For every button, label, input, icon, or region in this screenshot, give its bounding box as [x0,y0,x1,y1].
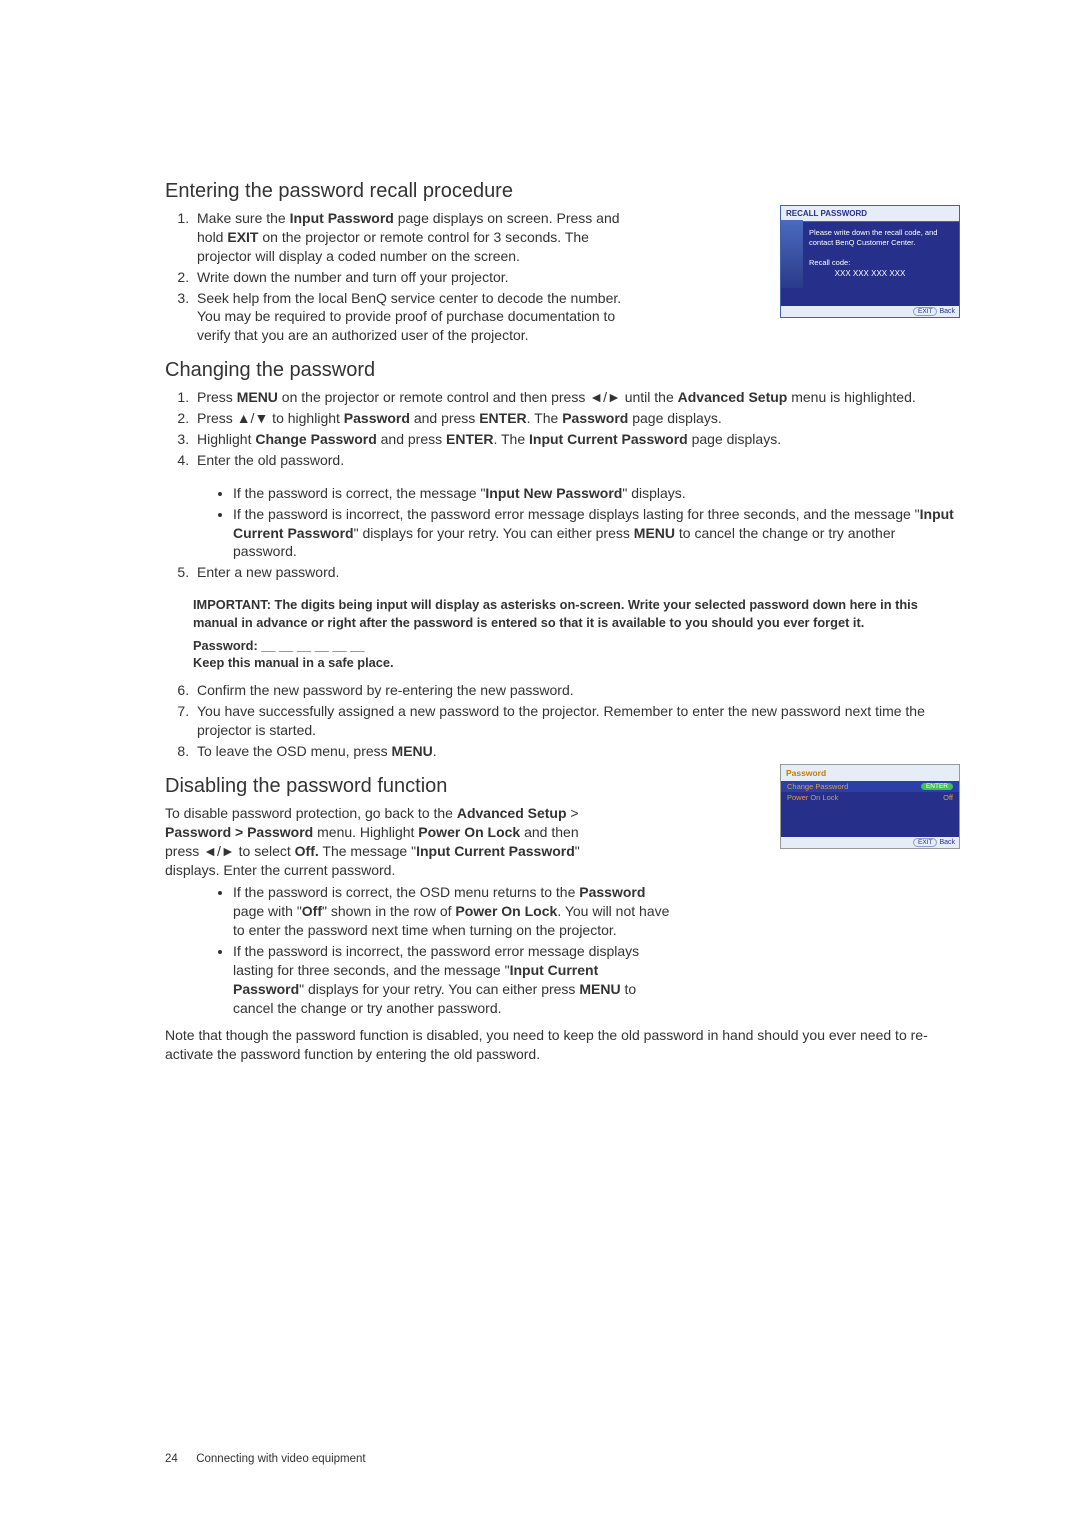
recall-password-figure: RECALL PASSWORD Please write down the re… [780,205,960,318]
heading-changing-password: Changing the password [165,359,960,382]
password-menu-panel: Password Change Password ENTER Power On … [780,764,960,849]
changing-password-list: Press MENU on the projector or remote co… [165,388,960,470]
keep-manual-note: Keep this manual in a safe place. [193,654,960,671]
list-item: Seek help from the local BenQ service ce… [193,289,633,346]
password-menu-figure: Password Change Password ENTER Power On … [780,764,960,849]
enter-pill: ENTER [921,783,953,790]
recall-code-value: XXX XXX XXX XXX [809,269,951,279]
password-panel-title: Password [781,765,959,781]
list-item: If the password is incorrect, the passwo… [233,505,960,562]
password-row-change: Change Password ENTER [781,781,959,792]
disable-password-intro: To disable password protection, go back … [165,804,605,880]
list-item: Press ▲/▼ to highlight Password and pres… [193,409,960,428]
list-item: Press MENU on the projector or remote co… [193,388,960,407]
list-item: Make sure the Input Password page displa… [193,209,633,266]
sub-bullet-list: If the password is correct, the message … [193,484,960,562]
page-number: 24 [165,1453,193,1465]
row-label: Power On Lock [787,793,838,802]
disable-password-note: Note that though the password function i… [165,1026,960,1064]
recall-procedure-list: Make sure the Input Password page displa… [165,209,633,345]
recall-password-panel: RECALL PASSWORD Please write down the re… [780,205,960,318]
back-label: Back [939,839,955,846]
heading-recall-procedure: Entering the password recall procedure [165,180,960,203]
list-item: To leave the OSD menu, press MENU. [193,742,960,761]
changing-password-list-cont: Enter a new password. [165,563,960,582]
manual-page: Entering the password recall procedure M… [0,0,1080,1527]
password-row-power-on-lock: Power On Lock Off [781,792,959,803]
exit-button-label: EXIT [913,838,937,847]
recall-panel-title: RECALL PASSWORD [781,206,959,222]
page-footer: 24 Connecting with video equipment [165,1453,366,1465]
list-item: If the password is correct, the OSD menu… [233,883,673,940]
recall-code-label: Recall code: [809,258,951,268]
recall-panel-footer: EXITBack [781,306,959,317]
row-value: Off [943,793,953,802]
list-item: If the password is incorrect, the passwo… [233,942,673,1018]
back-label: Back [939,308,955,315]
list-item: If the password is correct, the message … [233,484,960,503]
recall-panel-message: Please write down the recall code, and c… [809,228,951,248]
password-blank-line: Password: __ __ __ __ __ __ [193,637,960,654]
password-write-block: Password: __ __ __ __ __ __ Keep this ma… [193,637,960,672]
list-item: Confirm the new password by re-entering … [193,681,960,700]
recall-panel-side-icon [781,220,803,288]
exit-button-label: EXIT [913,307,937,316]
disable-password-bullets: If the password is correct, the OSD menu… [193,883,673,1017]
list-item: You have successfully assigned a new pas… [193,702,960,740]
important-note: IMPORTANT: The digits being input will d… [193,596,960,631]
changing-password-list-cont2: Confirm the new password by re-entering … [165,681,960,761]
list-item: Enter the old password. [193,451,960,470]
footer-label: Connecting with video equipment [196,1453,365,1465]
recall-panel-body: Please write down the recall code, and c… [781,222,959,286]
password-panel-footer: EXITBack [781,837,959,848]
list-item: Highlight Change Password and press ENTE… [193,430,960,449]
list-item: Enter a new password. [193,563,960,582]
list-item: Write down the number and turn off your … [193,268,633,287]
row-label: Change Password [787,782,848,791]
